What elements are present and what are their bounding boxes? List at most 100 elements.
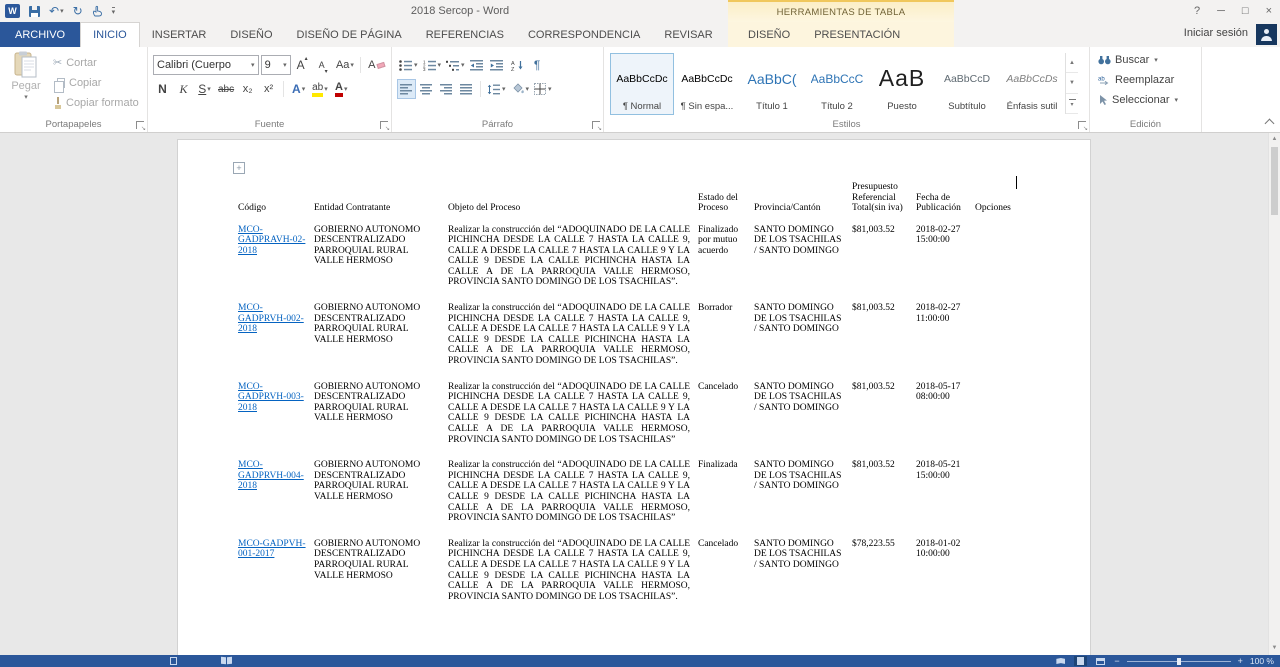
align-center-button[interactable] bbox=[417, 79, 436, 99]
align-left-button[interactable] bbox=[397, 79, 416, 99]
sort-button[interactable]: AZ bbox=[508, 55, 527, 75]
col-header-presupuesto[interactable]: Presupuesto Referencial Total(sin iva) bbox=[852, 180, 916, 218]
cell-objeto[interactable]: Realizar la construcción del “ADOQUINADO… bbox=[448, 532, 698, 611]
cell-presupuesto[interactable]: $81,003.52 bbox=[852, 296, 916, 375]
close-button[interactable]: × bbox=[1266, 5, 1272, 17]
col-header-codigo[interactable]: Código bbox=[238, 180, 314, 218]
select-dropdown-icon[interactable]: ▾ bbox=[1174, 96, 1178, 104]
zoom-in-button[interactable]: + bbox=[1238, 656, 1243, 666]
scroll-down-button[interactable]: ▼ bbox=[1269, 642, 1280, 655]
style-normal[interactable]: AaBbCcDc¶ Normal bbox=[610, 53, 674, 115]
style-puesto[interactable]: AaBPuesto bbox=[870, 53, 934, 115]
vertical-scrollbar[interactable]: ▲ ▼ bbox=[1268, 133, 1280, 655]
page-number-icon[interactable] bbox=[170, 657, 177, 665]
tab-correspondencia[interactable]: CORRESPONDENCIA bbox=[516, 22, 652, 47]
superscript-button[interactable]: x² bbox=[259, 79, 278, 99]
tab-inicio[interactable]: INICIO bbox=[80, 22, 140, 47]
cell-presupuesto[interactable]: $81,003.52 bbox=[852, 453, 916, 532]
zoom-level[interactable]: 100 % bbox=[1250, 656, 1274, 666]
process-code-link[interactable]: MCO-GADPVH-001-2017 bbox=[238, 539, 306, 560]
web-layout-button[interactable] bbox=[1094, 656, 1107, 666]
styles-scroll-down-button[interactable]: ▼ bbox=[1066, 73, 1078, 93]
cell-estado[interactable]: Finalizada bbox=[698, 453, 754, 532]
cell-codigo[interactable]: MCO-GADPRVH-004-2018 bbox=[238, 453, 314, 532]
cell-entidad[interactable]: GOBIERNO AUTONOMO DESCENTRALIZADO PARROQ… bbox=[314, 375, 448, 454]
bullet-list-button[interactable]: ▾ bbox=[397, 55, 420, 75]
cell-provincia[interactable]: SANTO DOMINGO DE LOS TSACHILAS / SANTO D… bbox=[754, 375, 852, 454]
multilevel-list-button[interactable]: ▾ bbox=[444, 55, 467, 75]
cell-provincia[interactable]: SANTO DOMINGO DE LOS TSACHILAS / SANTO D… bbox=[754, 453, 852, 532]
scroll-up-button[interactable]: ▲ bbox=[1269, 133, 1280, 146]
cell-entidad[interactable]: GOBIERNO AUTONOMO DESCENTRALIZADO PARROQ… bbox=[314, 218, 448, 297]
decrease-indent-button[interactable] bbox=[468, 55, 487, 75]
align-right-button[interactable] bbox=[437, 79, 456, 99]
style-titulo-2[interactable]: AaBbCcCTítulo 2 bbox=[805, 53, 869, 115]
cell-presupuesto[interactable]: $78,223.55 bbox=[852, 532, 916, 611]
col-header-estado[interactable]: Estado del Proceso bbox=[698, 180, 754, 218]
copy-button[interactable]: Copiar bbox=[53, 74, 139, 91]
cell-fecha[interactable]: 2018-05-17 08:00:00 bbox=[916, 375, 975, 454]
proofing-status-icon[interactable] bbox=[221, 657, 232, 665]
cell-objeto[interactable]: Realizar la construcción del “ADOQUINADO… bbox=[448, 296, 698, 375]
cell-fecha[interactable]: 2018-05-21 15:00:00 bbox=[916, 453, 975, 532]
col-header-objeto[interactable]: Objeto del Proceso bbox=[448, 180, 698, 218]
highlight-dropdown-icon[interactable]: ▾ bbox=[324, 85, 328, 93]
read-mode-button[interactable] bbox=[1054, 656, 1067, 666]
tab-insertar[interactable]: INSERTAR bbox=[140, 22, 219, 47]
bullet-list-dropdown-icon[interactable]: ▾ bbox=[414, 61, 418, 69]
cell-codigo[interactable]: MCO-GADPRVH-002-2018 bbox=[238, 296, 314, 375]
cell-codigo[interactable]: MCO-GADPRAVH-02-2018 bbox=[238, 218, 314, 297]
cell-estado[interactable]: Borrador bbox=[698, 296, 754, 375]
find-button[interactable]: Buscar ▾ bbox=[1098, 51, 1197, 69]
paste-button[interactable]: Pegar ▾ bbox=[5, 51, 47, 116]
cell-provincia[interactable]: SANTO DOMINGO DE LOS TSACHILAS / SANTO D… bbox=[754, 296, 852, 375]
font-color-dropdown-icon[interactable]: ▾ bbox=[344, 85, 348, 93]
style-enfasis-sutil[interactable]: AaBbCcDsÉnfasis sutil bbox=[1000, 53, 1064, 115]
cell-objeto[interactable]: Realizar la construcción del “ADOQUINADO… bbox=[448, 218, 698, 297]
tab-archivo[interactable]: ARCHIVO bbox=[0, 22, 80, 47]
zoom-slider[interactable] bbox=[1127, 661, 1231, 662]
collapse-ribbon-button[interactable] bbox=[1265, 119, 1275, 129]
process-code-link[interactable]: MCO-GADPRAVH-02-2018 bbox=[238, 225, 305, 256]
tab-diseno[interactable]: DISEÑO bbox=[218, 22, 284, 47]
cell-objeto[interactable]: Realizar la construcción del “ADOQUINADO… bbox=[448, 375, 698, 454]
numbered-list-button[interactable]: 123▾ bbox=[421, 55, 444, 75]
borders-dropdown-icon[interactable]: ▾ bbox=[548, 85, 552, 93]
shrink-font-button[interactable]: A▾ bbox=[314, 55, 333, 75]
find-dropdown-icon[interactable]: ▾ bbox=[1154, 56, 1158, 64]
grow-font-button[interactable]: A▴ bbox=[293, 55, 312, 75]
cell-fecha[interactable]: 2018-02-27 15:00:00 bbox=[916, 218, 975, 297]
numbered-list-dropdown-icon[interactable]: ▾ bbox=[438, 61, 442, 69]
cell-presupuesto[interactable]: $81,003.52 bbox=[852, 375, 916, 454]
justify-button[interactable] bbox=[457, 79, 476, 99]
style-sin-espaciado[interactable]: AaBbCcDc¶ Sin espa... bbox=[675, 53, 739, 115]
tab-revisar[interactable]: REVISAR bbox=[652, 22, 724, 47]
cell-presupuesto[interactable]: $81,003.52 bbox=[852, 218, 916, 297]
underline-button[interactable]: S▾ bbox=[195, 79, 214, 99]
select-button[interactable]: Seleccionar ▾ bbox=[1098, 91, 1197, 109]
cell-estado[interactable]: Cancelado bbox=[698, 375, 754, 454]
tab-referencias[interactable]: REFERENCIAS bbox=[414, 22, 516, 47]
process-code-link[interactable]: MCO-GADPRVH-003-2018 bbox=[238, 382, 304, 413]
font-size-select[interactable]: 9▾ bbox=[261, 55, 291, 75]
cell-opciones[interactable] bbox=[975, 296, 1020, 375]
sign-in-link[interactable]: Iniciar sesión bbox=[1184, 27, 1248, 39]
tab-presentacion-tabla[interactable]: PRESENTACIÓN bbox=[802, 22, 912, 47]
shading-dropdown-icon[interactable]: ▾ bbox=[526, 85, 530, 93]
process-code-link[interactable]: MCO-GADPRVH-002-2018 bbox=[238, 303, 304, 334]
font-family-dropdown-icon[interactable]: ▾ bbox=[251, 61, 255, 69]
subscript-button[interactable]: x₂ bbox=[238, 79, 257, 99]
process-code-link[interactable]: MCO-GADPRVH-004-2018 bbox=[238, 460, 304, 491]
clipboard-dialog-launcher[interactable] bbox=[136, 121, 144, 129]
zoom-out-button[interactable]: − bbox=[1114, 656, 1119, 666]
styles-dialog-launcher[interactable] bbox=[1078, 121, 1086, 129]
cell-opciones[interactable] bbox=[975, 453, 1020, 532]
cell-estado[interactable]: Cancelado bbox=[698, 532, 754, 611]
text-effects-button[interactable]: A▾ bbox=[289, 79, 308, 99]
table-move-handle[interactable]: + bbox=[233, 162, 245, 174]
undo-button[interactable]: ↶▾ bbox=[49, 5, 64, 17]
highlight-button[interactable]: ab▾ bbox=[310, 79, 330, 99]
text-effects-dropdown-icon[interactable]: ▾ bbox=[302, 85, 306, 93]
touch-mode-button[interactable] bbox=[92, 5, 103, 17]
cell-provincia[interactable]: SANTO DOMINGO DE LOS TSACHILAS / SANTO D… bbox=[754, 218, 852, 297]
